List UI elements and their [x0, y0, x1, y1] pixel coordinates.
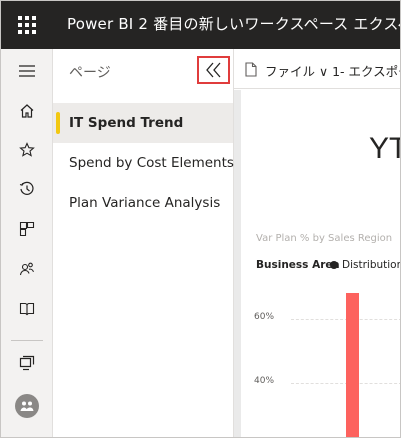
page-item-label: IT Spend Trend [69, 115, 184, 131]
double-chevron-left-icon [205, 62, 220, 78]
pages-header: ページ [69, 65, 111, 81]
legend-item-distribution[interactable]: Distribution [342, 259, 400, 271]
favorites-star-icon[interactable] [17, 140, 37, 160]
chart-title: Var Plan % by Sales Region [256, 233, 393, 244]
learn-book-icon[interactable] [17, 299, 37, 319]
file-icon [245, 62, 257, 77]
home-icon[interactable] [17, 101, 37, 121]
chart-bar-distribution[interactable] [346, 293, 359, 437]
page-item-spend-by-cost-elements[interactable]: Spend by Cost Elements [53, 143, 234, 183]
workspaces-icon[interactable] [17, 353, 37, 373]
rail-divider [11, 340, 43, 341]
top-bar: Power BI 2 番目の新しいワークスペース エクスペリエンス [1, 1, 400, 49]
power-bi-window: Power BI 2 番目の新しいワークスペース エクスペリエンス [0, 0, 401, 438]
active-page-indicator [56, 112, 60, 134]
app-title[interactable]: Power BI 2 番目の新しいワークスペース エクスペリエンス [67, 14, 400, 34]
pages-pane: ページ IT Spend Trend Spend by Cost Element… [53, 49, 234, 437]
page-item-plan-variance-analysis[interactable]: Plan Variance Analysis [53, 183, 233, 223]
page-item-label: Plan Variance Analysis [69, 195, 221, 211]
legend-marker [330, 261, 338, 269]
recent-clock-icon[interactable] [17, 179, 37, 199]
report-canvas: YTD Var Plan % by Sales Region Business … [234, 90, 400, 437]
apps-icon[interactable] [17, 219, 37, 239]
legend-title: Business Area [256, 259, 340, 271]
kpi-title: YTD [369, 132, 400, 165]
report-area: ファイル ∨ 1- エクスポート YTD Var Plan % by Sales… [234, 49, 400, 437]
shared-with-me-icon[interactable] [17, 259, 37, 279]
collapse-pages-button[interactable] [197, 56, 230, 84]
page-item-label: Spend by Cost Elements [69, 155, 234, 171]
nav-rail [1, 49, 53, 437]
hamburger-menu-icon[interactable] [17, 61, 37, 81]
workspace-avatar-icon[interactable] [15, 394, 39, 418]
report-toolbar: ファイル ∨ 1- エクスポート [234, 49, 400, 89]
y-tick-label: 60% [254, 312, 275, 322]
file-menu[interactable]: ファイル ∨ 1- エクスポート [265, 61, 400, 80]
y-tick-label: 40% [254, 376, 275, 386]
report-visual: YTD Var Plan % by Sales Region Business … [241, 90, 400, 437]
waffle-icon[interactable] [18, 16, 36, 34]
page-item-it-spend-trend[interactable]: IT Spend Trend [53, 103, 233, 143]
